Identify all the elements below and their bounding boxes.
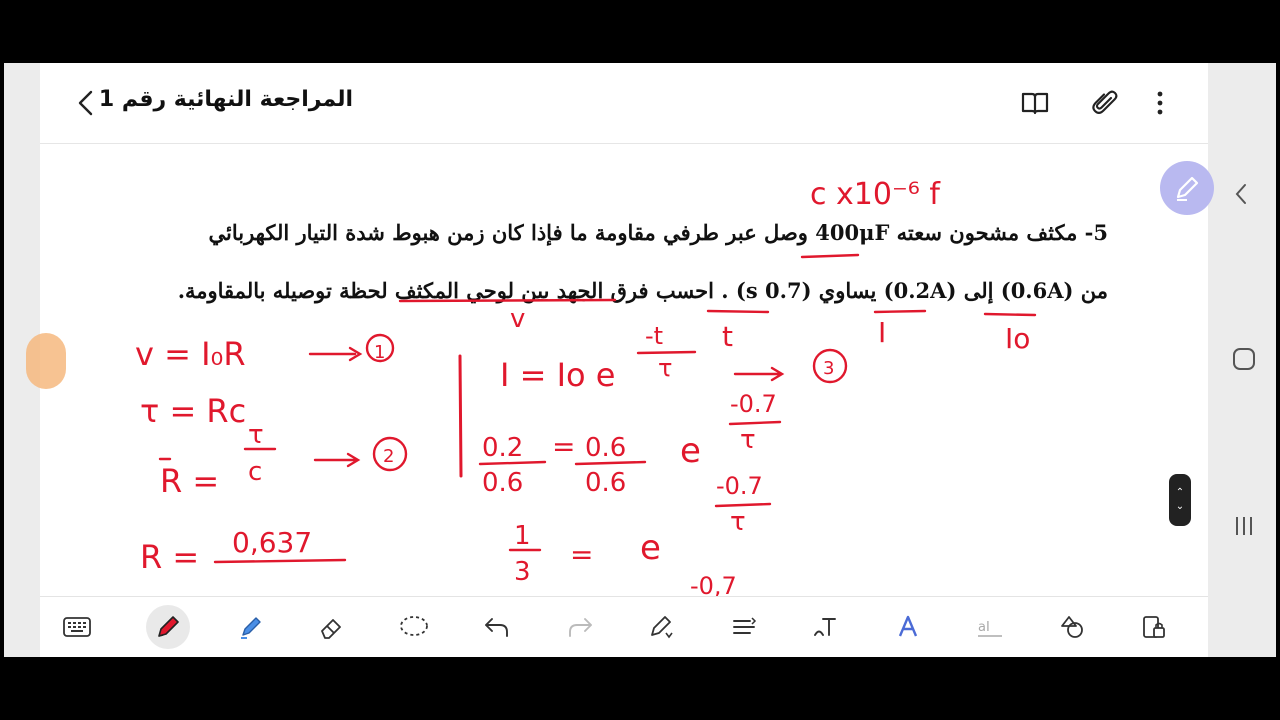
eq8-partial: -0,7 (690, 572, 737, 596)
more-options-icon[interactable] (1138, 81, 1182, 125)
eq7-exp-num: -0.7 (716, 472, 763, 500)
chevron-up-icon: ⌃ (1175, 487, 1185, 498)
eq-decay: I = Io e (500, 356, 615, 394)
arrow-3 (733, 366, 785, 382)
exp-bar-1 (636, 350, 697, 355)
attach-icon[interactable] (1083, 81, 1127, 125)
underline-400uf (800, 253, 860, 259)
sidebar-chevron-icon[interactable] (1232, 181, 1250, 211)
pen-fab-button[interactable] (1160, 161, 1214, 215)
note-canvas[interactable]: 5- مكثف مشحون سعته 400μF وصل عبر طرفي مق… (40, 144, 1208, 596)
handwriting-layer: c x10⁻⁶ f v t I Io v = I₀R 1 τ = Rc R = … (135, 177, 1037, 596)
title-bar: المراجعة النهائية رقم 1 (40, 63, 1208, 144)
orange-side-tab[interactable] (26, 333, 66, 389)
eq6-e: e (680, 431, 701, 471)
pen-settings-icon[interactable] (640, 605, 684, 649)
underline-i (873, 309, 927, 314)
frac-13-num: 1 (514, 521, 531, 551)
eq-ref-2: 2 (383, 446, 394, 467)
underline-i0 (983, 312, 1037, 317)
eq-decay-exp-num: -t (645, 322, 663, 350)
mark-i: I (878, 316, 886, 349)
shapes-icon[interactable] (1050, 605, 1094, 649)
eq7-exp-den: τ (730, 507, 746, 537)
recents-button-icon[interactable] (1232, 514, 1256, 542)
exp-bar-2 (728, 420, 782, 426)
pen-icon[interactable] (146, 605, 190, 649)
eq-ref-1: 1 (374, 342, 385, 363)
svg-text:=: = (552, 430, 575, 463)
text-tool-icon[interactable] (804, 605, 848, 649)
cap-note: c x10⁻⁶ f (810, 177, 941, 212)
divider-line (458, 354, 463, 478)
note-page: المراجعة النهائية رقم 1 5- مكثف مشحون سع… (40, 63, 1208, 657)
arrow-1 (308, 346, 363, 362)
eq-r2-lhs: R = (140, 538, 199, 576)
frac-06-den: 0.6 (585, 468, 626, 498)
app-screen: المراجعة النهائية رقم 1 5- مكثف مشحون سع… (4, 63, 1276, 657)
scroll-handle[interactable]: ⌃ ⌄ (1169, 474, 1191, 526)
svg-text:aI: aI (978, 620, 990, 635)
frac-13-den: 3 (514, 557, 531, 587)
keyboard-icon[interactable] (55, 605, 99, 649)
frac-02-num: 0.2 (482, 433, 523, 463)
text-style-icon[interactable] (886, 605, 930, 649)
chevron-down-icon: ⌄ (1175, 501, 1185, 512)
highlighter-icon[interactable] (229, 605, 273, 649)
eq-ref-3: 3 (823, 358, 834, 379)
eq-r-lhs: R = (160, 462, 219, 500)
mark-v: v (510, 304, 525, 334)
fraction-bar-r (213, 558, 347, 564)
lasso-icon[interactable] (392, 605, 436, 649)
drawing-toolbar: aI (40, 596, 1208, 657)
redo-icon[interactable] (558, 605, 602, 649)
undo-icon[interactable] (475, 605, 519, 649)
mark-t: t (722, 320, 733, 353)
exp-bar-3 (714, 502, 772, 508)
eq-r2-value: 0,637 (232, 526, 312, 559)
book-view-icon[interactable] (1013, 81, 1057, 125)
arrow-2 (313, 452, 361, 468)
eq6-exp-num: -0.7 (730, 390, 777, 418)
note-title: المراجعة النهائية رقم 1 (98, 87, 353, 112)
eq-v-ir: v = I₀R (135, 335, 246, 373)
underline-potential (398, 298, 617, 303)
lock-icon[interactable] (1132, 605, 1176, 649)
home-button-icon[interactable] (1232, 347, 1256, 375)
eq-decay-exp-den: τ (658, 354, 672, 382)
frac-06-num: 0.6 (585, 433, 626, 463)
text-align-icon[interactable] (722, 605, 766, 649)
mark-i0: Io (1005, 322, 1030, 355)
eraser-icon[interactable] (310, 605, 354, 649)
eq-tau-rc: τ = Rc (140, 392, 246, 430)
eq-r-den: c (248, 457, 262, 487)
underline-time (706, 309, 770, 314)
eq6-exp-den: τ (740, 425, 756, 455)
eq7-equals: = (570, 538, 593, 571)
eq7-e: e (640, 528, 661, 568)
text-format-icon[interactable]: aI (968, 605, 1012, 649)
eq-r-num: τ (248, 420, 264, 450)
frac-02-den: 0.6 (482, 468, 523, 498)
